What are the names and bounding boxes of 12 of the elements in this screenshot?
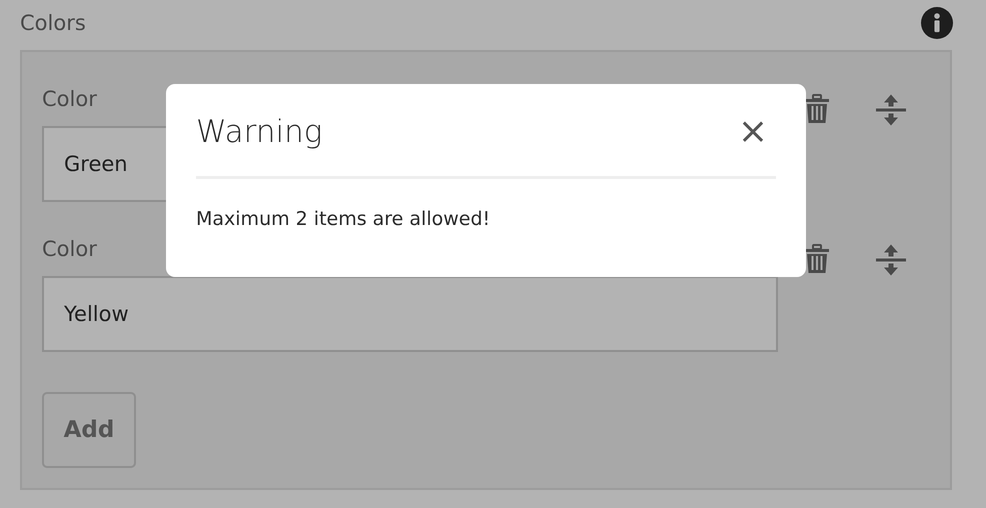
dialog-title: Warning <box>196 114 322 150</box>
delete-icon[interactable] <box>805 94 829 124</box>
close-button[interactable]: × <box>738 114 768 150</box>
section-title: Colors <box>20 11 86 35</box>
reorder-icon[interactable] <box>876 244 906 276</box>
text-field[interactable]: Yellow <box>42 276 778 352</box>
info-icon[interactable] <box>921 7 953 39</box>
dialog-message: Maximum 2 items are allowed! <box>196 208 492 230</box>
field-label: Color <box>42 86 98 112</box>
reorder-icon[interactable] <box>876 94 906 126</box>
field-label: Color <box>42 236 98 262</box>
delete-icon[interactable] <box>805 244 829 274</box>
